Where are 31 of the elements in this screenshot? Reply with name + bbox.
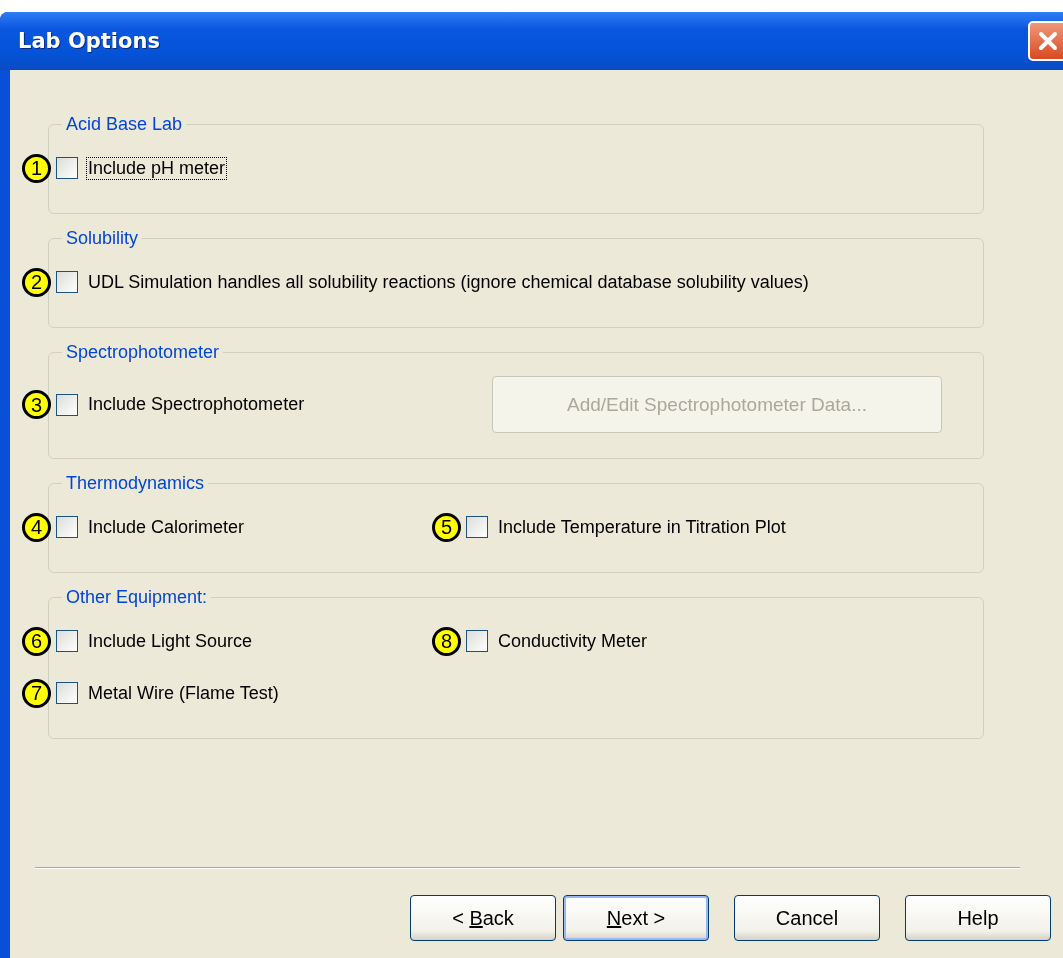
checkbox[interactable] xyxy=(56,271,78,293)
close-button[interactable] xyxy=(1028,21,1063,61)
dialog-button[interactable]: Next > xyxy=(563,895,709,941)
dialog-button[interactable]: Cancel xyxy=(734,895,880,941)
checkbox-label[interactable]: UDL Simulation handles all solubility reactions (ignore chemical database solubility values) xyxy=(86,270,811,294)
checkbox[interactable] xyxy=(466,516,488,538)
checkbox-label[interactable]: Include Temperature in Titration Plot xyxy=(496,515,788,539)
dialog-button[interactable]: < Back xyxy=(410,895,556,941)
checkbox[interactable] xyxy=(56,393,78,416)
checkbox-label[interactable]: Metal Wire (Flame Test) xyxy=(86,681,281,705)
checkbox-label[interactable]: Include Light Source xyxy=(86,629,255,653)
number-badge: 5 xyxy=(432,512,461,542)
checkbox-label[interactable]: Conductivity Meter xyxy=(496,629,650,653)
checkbox[interactable] xyxy=(56,630,78,652)
checkbox[interactable] xyxy=(56,516,78,538)
dialog-button[interactable]: Help xyxy=(905,895,1051,941)
checkbox[interactable] xyxy=(56,157,78,179)
close-icon xyxy=(1037,30,1059,52)
checkbox-label[interactable]: Include Calorimeter xyxy=(86,515,247,539)
number-badge: 2 xyxy=(22,267,51,297)
checkbox-label[interactable]: Include Spectrophotometer xyxy=(86,393,307,416)
number-badge: 4 xyxy=(22,512,51,542)
checkbox[interactable] xyxy=(466,630,488,652)
number-badge: 1 xyxy=(22,153,51,183)
number-badge: 6 xyxy=(22,626,51,656)
number-badge: 3 xyxy=(22,390,51,419)
number-badge: 8 xyxy=(432,626,461,656)
checkbox-label[interactable]: Include pH meter xyxy=(86,156,228,180)
number-badge: 7 xyxy=(22,678,51,708)
window-title: Lab Options xyxy=(18,29,160,53)
checkbox[interactable] xyxy=(56,682,78,704)
